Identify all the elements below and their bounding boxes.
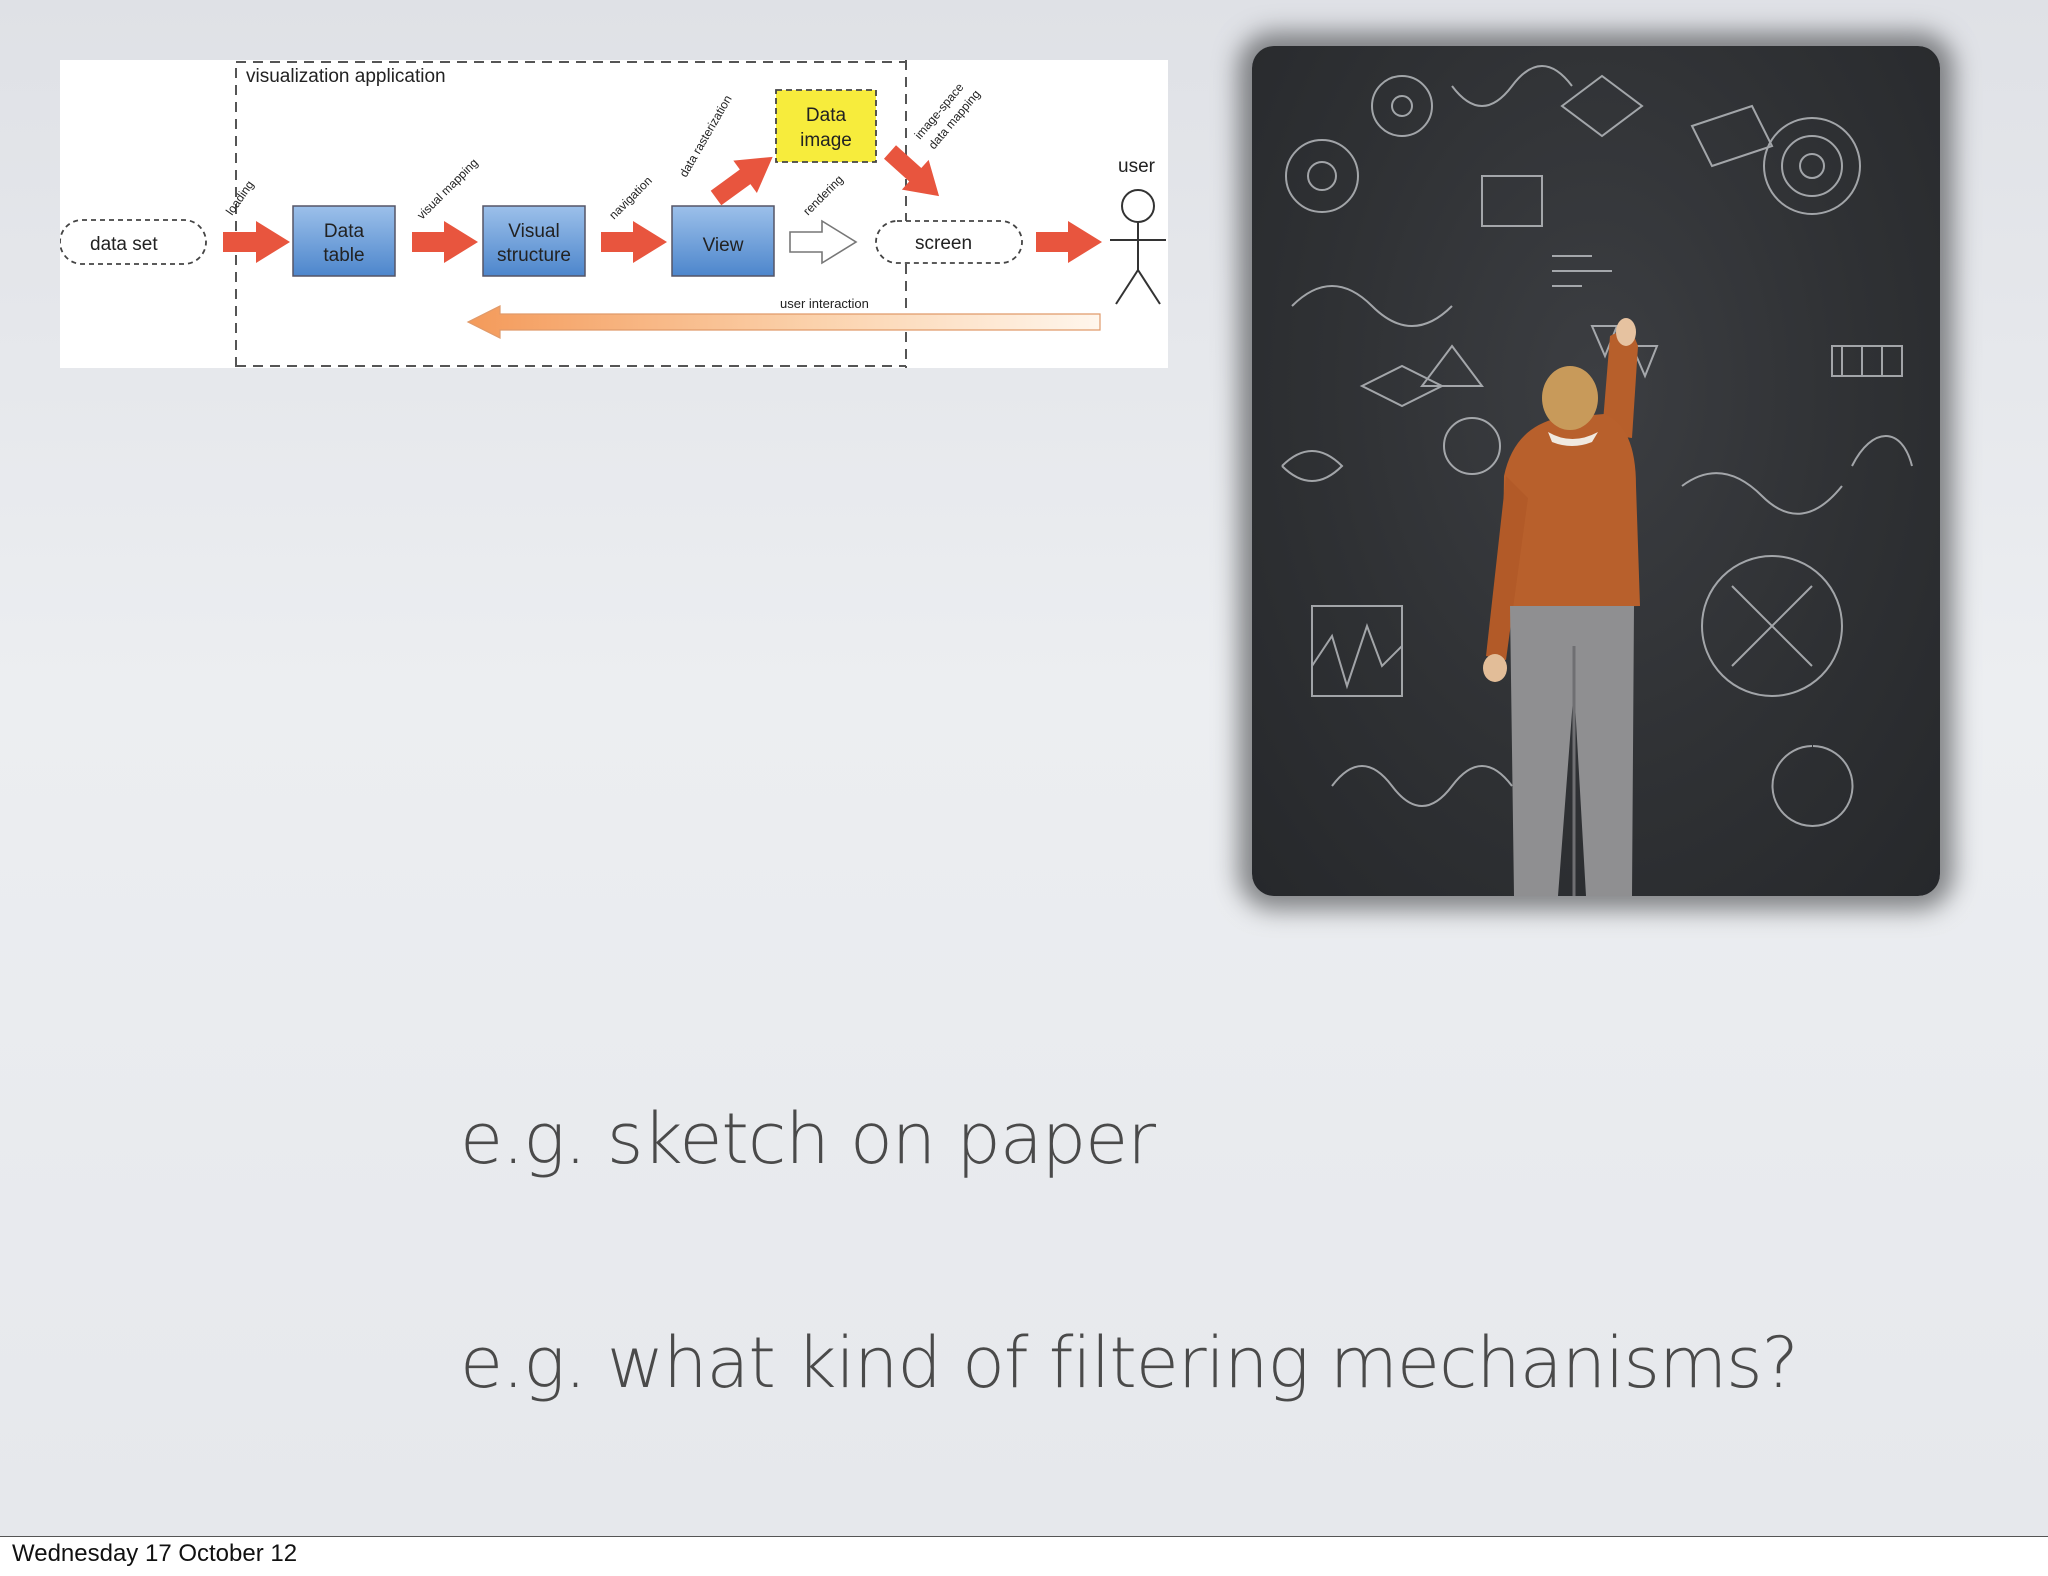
visual-mapping-label: visual mapping xyxy=(414,156,481,223)
rendering-arrow xyxy=(789,219,858,265)
visual-structure-label-line2: structure xyxy=(497,245,571,266)
rendering-label: rendering xyxy=(800,172,846,218)
user-label: user xyxy=(1118,156,1156,177)
view-label: View xyxy=(703,235,744,256)
loading-arrow xyxy=(223,221,290,263)
data-set-label: data set xyxy=(90,234,158,255)
data-table-label-line1: Data xyxy=(324,221,365,242)
visual-structure-label-line1: Visual xyxy=(508,221,559,242)
chalkboard-photo xyxy=(1252,46,1940,896)
data-image-label-line1: Data xyxy=(806,105,847,126)
data-rasterization-label: data rasterization xyxy=(676,93,734,180)
person-figure xyxy=(1483,318,1640,896)
data-rasterization-arrow xyxy=(710,156,773,206)
screen-label: screen xyxy=(915,233,972,254)
application-label: visualization application xyxy=(246,66,446,87)
footer-date: Wednesday 17 October 12 xyxy=(12,1540,298,1567)
data-image-node xyxy=(775,89,877,163)
bullet-filtering-mechanisms: e.g. what kind of filtering mechanisms? xyxy=(460,1322,1799,1404)
loading-label: loading xyxy=(223,178,257,218)
slide: visualization application data set loadi… xyxy=(0,0,2048,1537)
navigation-label: navigation xyxy=(606,174,655,223)
data-table-label-line2: table xyxy=(323,245,364,266)
visualization-pipeline-diagram: visualization application data set loadi… xyxy=(60,60,1168,368)
to-user-arrow xyxy=(1036,221,1102,263)
bullet-sketch-on-paper: e.g. sketch on paper xyxy=(460,1098,1156,1180)
image-space-mapping-arrow xyxy=(883,145,940,197)
navigation-arrow xyxy=(601,221,667,263)
user-icon xyxy=(1110,189,1166,305)
data-image-label-line2: image xyxy=(800,130,852,151)
visual-mapping-arrow xyxy=(412,221,478,263)
user-interaction-label: user interaction xyxy=(780,296,869,311)
